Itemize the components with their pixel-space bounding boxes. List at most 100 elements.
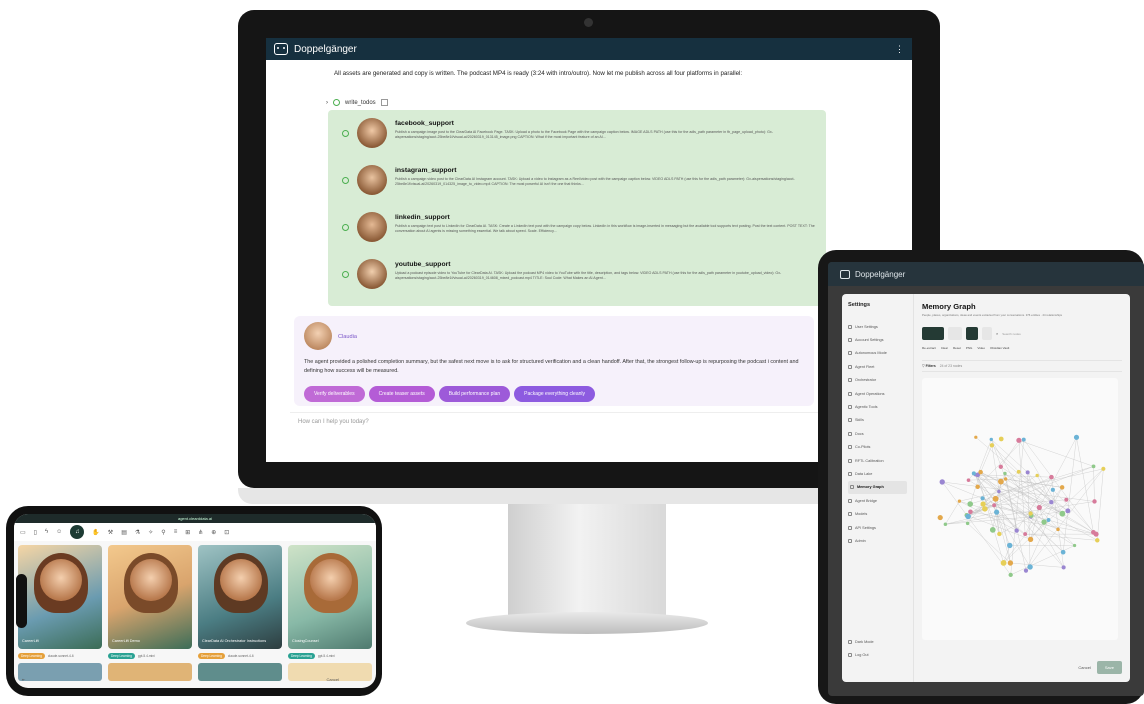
- graph-node[interactable]: [1050, 487, 1055, 492]
- graph-node[interactable]: [1036, 504, 1042, 511]
- nav-item[interactable]: Orchestrator: [848, 374, 907, 387]
- chip-package-everything[interactable]: Package everything cleanly: [514, 386, 596, 402]
- graph-node[interactable]: [1003, 471, 1007, 476]
- agent-card[interactable]: CareerLift Demo: [108, 545, 192, 649]
- nav-item[interactable]: Agent Operations: [848, 387, 907, 400]
- globe-icon[interactable]: ⊕: [211, 529, 216, 536]
- graph-node[interactable]: [1046, 518, 1051, 522]
- graph-node[interactable]: [1059, 485, 1065, 490]
- graph-node[interactable]: [1056, 527, 1060, 532]
- graph-node[interactable]: [1008, 572, 1013, 578]
- flask-icon[interactable]: ⚗: [135, 529, 140, 536]
- graph-node[interactable]: [1035, 473, 1039, 478]
- graph-node[interactable]: [1065, 508, 1071, 514]
- nav-item[interactable]: Memory Graph: [848, 480, 907, 495]
- graph-node[interactable]: [967, 501, 974, 507]
- nav-item[interactable]: RFTL Calibration: [848, 454, 907, 467]
- graph-node[interactable]: [1041, 519, 1047, 525]
- graph-node[interactable]: [989, 527, 996, 533]
- nav-item[interactable]: Skills: [848, 414, 907, 427]
- agent-card[interactable]: ClearData AI Orchestrator Instructions: [198, 545, 282, 649]
- graph-node[interactable]: [1007, 560, 1014, 566]
- nav-item[interactable]: Autonomous Mode: [848, 347, 907, 360]
- action-reset[interactable]: Reset: [953, 346, 961, 350]
- graph-node[interactable]: [1023, 568, 1029, 573]
- graph-node[interactable]: [965, 513, 971, 520]
- graph-node[interactable]: [939, 479, 945, 485]
- nav-item[interactable]: User Settings: [848, 320, 907, 333]
- graph-node[interactable]: [998, 478, 1004, 485]
- cancel-button[interactable]: Cancel: [1078, 665, 1090, 670]
- lock-icon[interactable]: ⊡: [224, 529, 229, 536]
- chip-build-performance-plan[interactable]: Build performance plan: [438, 386, 511, 402]
- graph-node[interactable]: [1028, 511, 1033, 516]
- graph-node[interactable]: [989, 437, 993, 442]
- network-icon[interactable]: ⋔: [198, 529, 203, 536]
- graph-node[interactable]: [992, 503, 997, 508]
- action-video[interactable]: Video: [977, 346, 985, 350]
- nav-log-out[interactable]: Log Out: [848, 649, 874, 662]
- nav-item[interactable]: Models: [848, 507, 907, 520]
- agent-card[interactable]: CareerLift: [18, 545, 102, 649]
- list-icon[interactable]: ≡: [174, 529, 178, 535]
- graph-node[interactable]: [998, 436, 1004, 442]
- graph-node[interactable]: [1093, 531, 1099, 537]
- graph-node[interactable]: [937, 514, 943, 521]
- save-button[interactable]: Save: [1096, 661, 1122, 674]
- graph-node[interactable]: [1064, 497, 1069, 502]
- graph-node[interactable]: [1061, 565, 1066, 570]
- document-icon[interactable]: ▯: [34, 529, 37, 536]
- graph-node[interactable]: [1072, 543, 1077, 548]
- graph-node[interactable]: [989, 443, 995, 448]
- sparkle-icon[interactable]: ✧: [148, 529, 153, 536]
- nav-item[interactable]: Docs: [848, 427, 907, 440]
- chip-verify-deliverables[interactable]: Verify deliverables: [304, 386, 365, 402]
- graph-node[interactable]: [943, 522, 948, 526]
- action-re-extract[interactable]: Re-extract: [922, 346, 936, 350]
- graph-node[interactable]: [1049, 499, 1054, 505]
- chip-create-teaser-assets[interactable]: Create teaser assets: [368, 386, 435, 402]
- graph-node[interactable]: [1023, 532, 1028, 536]
- graph-node[interactable]: [994, 509, 1000, 515]
- graph-node[interactable]: [1021, 437, 1026, 442]
- nav-item[interactable]: API Settings: [848, 521, 907, 534]
- graph-node[interactable]: [1059, 510, 1066, 517]
- graph-node[interactable]: [957, 499, 962, 503]
- memory-graph-canvas[interactable]: [922, 378, 1118, 640]
- subagent-task[interactable]: linkedin_support Publish a campaign text …: [336, 210, 818, 257]
- agent-card[interactable]: ClosingCounsel: [288, 545, 372, 649]
- filters-bar[interactable]: ▽ Filters 24 of 23 nodes: [922, 360, 1122, 372]
- nav-item[interactable]: Admin: [848, 534, 907, 547]
- graph-node[interactable]: [975, 484, 980, 490]
- graph-node[interactable]: [1073, 434, 1080, 440]
- more-menu-icon[interactable]: ⋮: [895, 44, 904, 55]
- graph-node[interactable]: [974, 435, 978, 439]
- graph-node[interactable]: [1027, 564, 1033, 570]
- write-todos-toggle[interactable]: › write_todos: [326, 99, 912, 106]
- subagent-task[interactable]: youtube_support Upload a podcast episode …: [336, 257, 818, 304]
- graph-node[interactable]: [1016, 469, 1021, 474]
- graph-node[interactable]: [1060, 549, 1066, 555]
- nav-item[interactable]: Agent Fleet: [848, 360, 907, 373]
- wrench-icon[interactable]: ⚒: [108, 529, 113, 536]
- graph-node[interactable]: [1016, 437, 1022, 443]
- nav-item[interactable]: Agentic Tools: [848, 400, 907, 413]
- graph-node[interactable]: [1095, 538, 1100, 543]
- graph-node[interactable]: [982, 506, 988, 512]
- music-icon[interactable]: ♫: [70, 525, 85, 539]
- search-input[interactable]: Search nodes: [1002, 332, 1021, 336]
- chat-input[interactable]: How can I help you today?: [290, 412, 890, 430]
- graph-node[interactable]: [998, 464, 1003, 469]
- graph-node[interactable]: [997, 531, 1002, 537]
- bolt-icon[interactable]: ϟ: [45, 529, 48, 535]
- graph-node[interactable]: [1049, 474, 1054, 480]
- book-icon[interactable]: ▤: [121, 529, 127, 536]
- nav-dark-mode[interactable]: Dark Mode: [848, 635, 874, 648]
- graph-node[interactable]: [1092, 499, 1097, 504]
- graph-node[interactable]: [965, 521, 970, 526]
- graph-node[interactable]: [978, 469, 983, 475]
- grid-icon[interactable]: ⊞: [185, 529, 190, 536]
- nav-item[interactable]: Data Lake: [848, 467, 907, 480]
- phone-cancel[interactable]: Cancel: [326, 677, 338, 682]
- graph-node[interactable]: [1091, 464, 1096, 469]
